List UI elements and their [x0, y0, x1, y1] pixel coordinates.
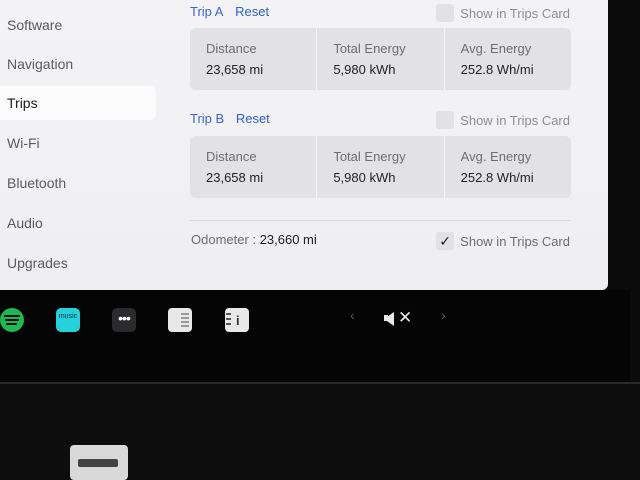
- settings-sidebar: Software Navigation Trips Wi-Fi Bluetoot…: [0, 0, 156, 290]
- trip-b-header: Trip B Reset: [190, 111, 270, 131]
- trip-b-distance: Distance 23,658 mi: [190, 136, 318, 198]
- trip-a-avg-energy: Avg. Energy 252.8 Wh/mi: [445, 28, 571, 90]
- odometer-show-checkbox[interactable]: ✓: [436, 232, 455, 250]
- sidebar-item-label: Wi-Fi: [7, 135, 40, 151]
- touchscreen: Software Navigation Trips Wi-Fi Bluetoot…: [0, 0, 608, 290]
- trip-b-reset-button[interactable]: Reset: [236, 111, 270, 126]
- trip-b-show-checkbox[interactable]: [436, 111, 455, 129]
- avg-energy-value: 252.8 Wh/mi: [460, 170, 534, 185]
- sidebar-item-label: Audio: [7, 215, 43, 231]
- chevron-left-icon[interactable]: ‹: [350, 307, 355, 323]
- toybox-icon[interactable]: [168, 308, 192, 332]
- amazon-music-icon[interactable]: music: [56, 308, 80, 332]
- chevron-right-icon[interactable]: ›: [441, 307, 446, 323]
- total-energy-value: 5,980 kWh: [333, 170, 396, 185]
- owners-manual-icon[interactable]: i: [225, 308, 249, 332]
- odometer-label: Odometer: [191, 232, 249, 247]
- sidebar-item-label: Software: [7, 17, 63, 33]
- trip-a-reset-button[interactable]: Reset: [235, 4, 269, 19]
- sidebar-item-navigation[interactable]: Navigation: [0, 47, 156, 81]
- distance-value: 23,658 mi: [206, 62, 264, 77]
- sidebar-item-audio[interactable]: Audio: [0, 206, 156, 240]
- avg-energy-label: Avg. Energy: [460, 41, 532, 56]
- avg-energy-label: Avg. Energy: [460, 149, 532, 164]
- total-energy-value: 5,980 kWh: [333, 62, 396, 77]
- trip-a-header: Trip A Reset: [190, 4, 269, 24]
- odometer-show-in-card[interactable]: ✓ Show in Trips Card: [436, 231, 570, 251]
- sidebar-item-wifi[interactable]: Wi-Fi: [0, 126, 156, 160]
- distance-value: 23,658 mi: [206, 170, 264, 185]
- distance-label: Distance: [206, 149, 257, 164]
- trip-b-card: Distance 23,658 mi Total Energy 5,980 kW…: [190, 136, 571, 198]
- trip-b-show-label: Show in Trips Card: [460, 112, 570, 128]
- trip-a-show-label: Show in Trips Card: [460, 5, 570, 21]
- trip-b-title: Trip B: [190, 111, 225, 126]
- odometer-show-label: Show in Trips Card: [460, 233, 570, 249]
- more-apps-icon[interactable]: •••: [112, 308, 136, 332]
- sidebar-item-label: Navigation: [7, 56, 74, 72]
- manual-glyph: i: [236, 313, 240, 328]
- trip-a-card: Distance 23,658 mi Total Energy 5,980 kW…: [190, 28, 571, 90]
- odometer-value: 23,660 mi: [259, 232, 317, 247]
- trip-b-show-in-card[interactable]: Show in Trips Card: [436, 110, 570, 130]
- app-dock: music ••• i ‹ ✕ ›: [0, 290, 630, 382]
- amazon-music-text: music: [58, 313, 78, 320]
- trip-b-avg-energy: Avg. Energy 252.8 Wh/mi: [445, 136, 571, 198]
- total-energy-label: Total Energy: [333, 149, 406, 164]
- trip-a-title: Trip A: [190, 4, 224, 19]
- sidebar-item-bluetooth[interactable]: Bluetooth: [0, 166, 156, 200]
- trip-a-total-energy: Total Energy 5,980 kWh: [317, 28, 445, 90]
- trip-b-total-energy: Total Energy 5,980 kWh: [317, 136, 445, 198]
- usb-port: [70, 445, 128, 480]
- trip-a-show-in-card[interactable]: Show in Trips Card: [436, 3, 570, 23]
- total-energy-label: Total Energy: [333, 41, 406, 56]
- sidebar-item-label: Upgrades: [7, 255, 68, 271]
- trips-panel: Trip A Reset Show in Trips Card Distance…: [156, 0, 608, 290]
- volume-muted-icon[interactable]: ✕: [384, 307, 414, 329]
- sidebar-item-trips[interactable]: Trips: [0, 86, 156, 120]
- spotify-icon[interactable]: [0, 308, 24, 332]
- mute-x-glyph: ✕: [398, 308, 413, 327]
- checkmark-icon: ✓: [439, 232, 452, 249]
- more-dots: •••: [118, 310, 131, 326]
- sidebar-item-software[interactable]: Software: [0, 8, 156, 42]
- sidebar-item-label: Bluetooth: [7, 175, 67, 191]
- trip-a-show-checkbox[interactable]: [436, 4, 455, 22]
- divider: [190, 220, 571, 221]
- odometer-separator: :: [252, 232, 257, 247]
- sidebar-item-upgrades[interactable]: Upgrades: [0, 246, 156, 280]
- distance-label: Distance: [206, 41, 257, 56]
- avg-energy-value: 252.8 Wh/mi: [460, 62, 534, 77]
- sidebar-item-label: Trips: [7, 95, 38, 111]
- odometer-readout: Odometer : 23,660 mi: [191, 232, 317, 247]
- trip-a-distance: Distance 23,658 mi: [190, 28, 318, 90]
